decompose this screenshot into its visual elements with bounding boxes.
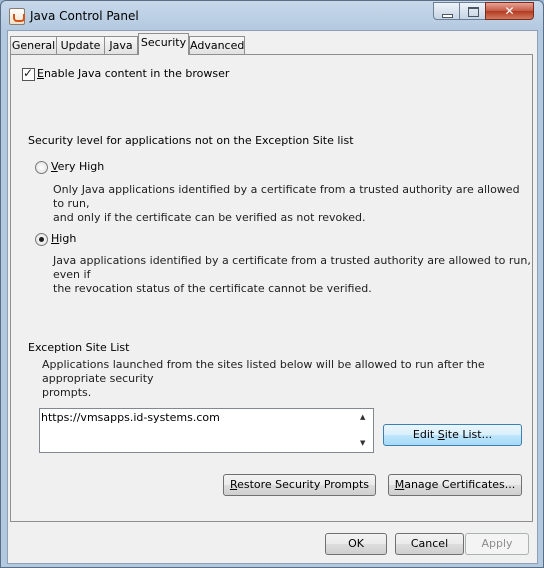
security-level-heading: Security level for applications not on t… (28, 134, 354, 147)
cancel-button[interactable]: Cancel (395, 533, 464, 555)
enable-java-label[interactable]: Enable Java content in the browser (37, 67, 229, 80)
tab-java[interactable]: Java (104, 36, 138, 54)
minimize-icon (442, 14, 453, 18)
maximize-icon (468, 7, 479, 17)
manage-certificates-button[interactable]: Manage Certificates... (388, 474, 522, 496)
close-button[interactable]: ✕ (485, 2, 534, 20)
java-control-panel-window: Java Control Panel ✕ General Update Java… (0, 0, 544, 568)
restore-security-prompts-button[interactable]: Restore Security Prompts (223, 474, 376, 496)
close-icon: ✕ (504, 4, 515, 18)
very-high-description: Only Java applications identified by a c… (53, 183, 520, 224)
minimize-button[interactable] (433, 2, 460, 20)
tab-update[interactable]: Update (56, 36, 105, 54)
checkmark-icon: ✓ (23, 66, 34, 80)
tab-security[interactable]: Security (138, 33, 189, 55)
high-description: Java applications identified by a certif… (53, 254, 531, 295)
enable-java-checkbox[interactable]: ✓ (22, 66, 35, 81)
scroll-down-icon[interactable]: ▼ (360, 439, 365, 447)
scroll-up-icon[interactable]: ▲ (360, 413, 365, 421)
high-radio[interactable] (35, 233, 48, 246)
list-item[interactable]: https://vmsapps.id-systems.com (41, 411, 220, 424)
very-high-radio[interactable] (35, 161, 48, 174)
maximize-button[interactable] (459, 2, 486, 20)
tab-general[interactable]: General (10, 36, 57, 54)
edit-site-list-button[interactable]: Edit Site List... (383, 424, 522, 446)
tab-advanced[interactable]: Advanced (189, 36, 245, 54)
apply-button[interactable]: Apply (465, 533, 529, 555)
high-label[interactable]: High (51, 232, 76, 245)
very-high-label[interactable]: Very High (51, 160, 104, 173)
java-icon (9, 8, 25, 25)
security-tab-panel: ✓ Enable Java content in the browser Sec… (10, 54, 533, 522)
exception-site-description: Applications launched from the sites lis… (42, 358, 485, 399)
ok-button[interactable]: OK (325, 533, 387, 555)
title-bar[interactable]: Java Control Panel ✕ (1, 1, 543, 31)
exception-site-heading: Exception Site List (28, 341, 130, 354)
exception-site-list[interactable]: https://vmsapps.id-systems.com ▲ ▼ (39, 408, 374, 453)
client-area: General Update Java Security Advanced ✓ … (7, 30, 538, 564)
list-scrollbar[interactable]: ▲ ▼ (356, 409, 373, 452)
window-title: Java Control Panel (30, 9, 139, 23)
